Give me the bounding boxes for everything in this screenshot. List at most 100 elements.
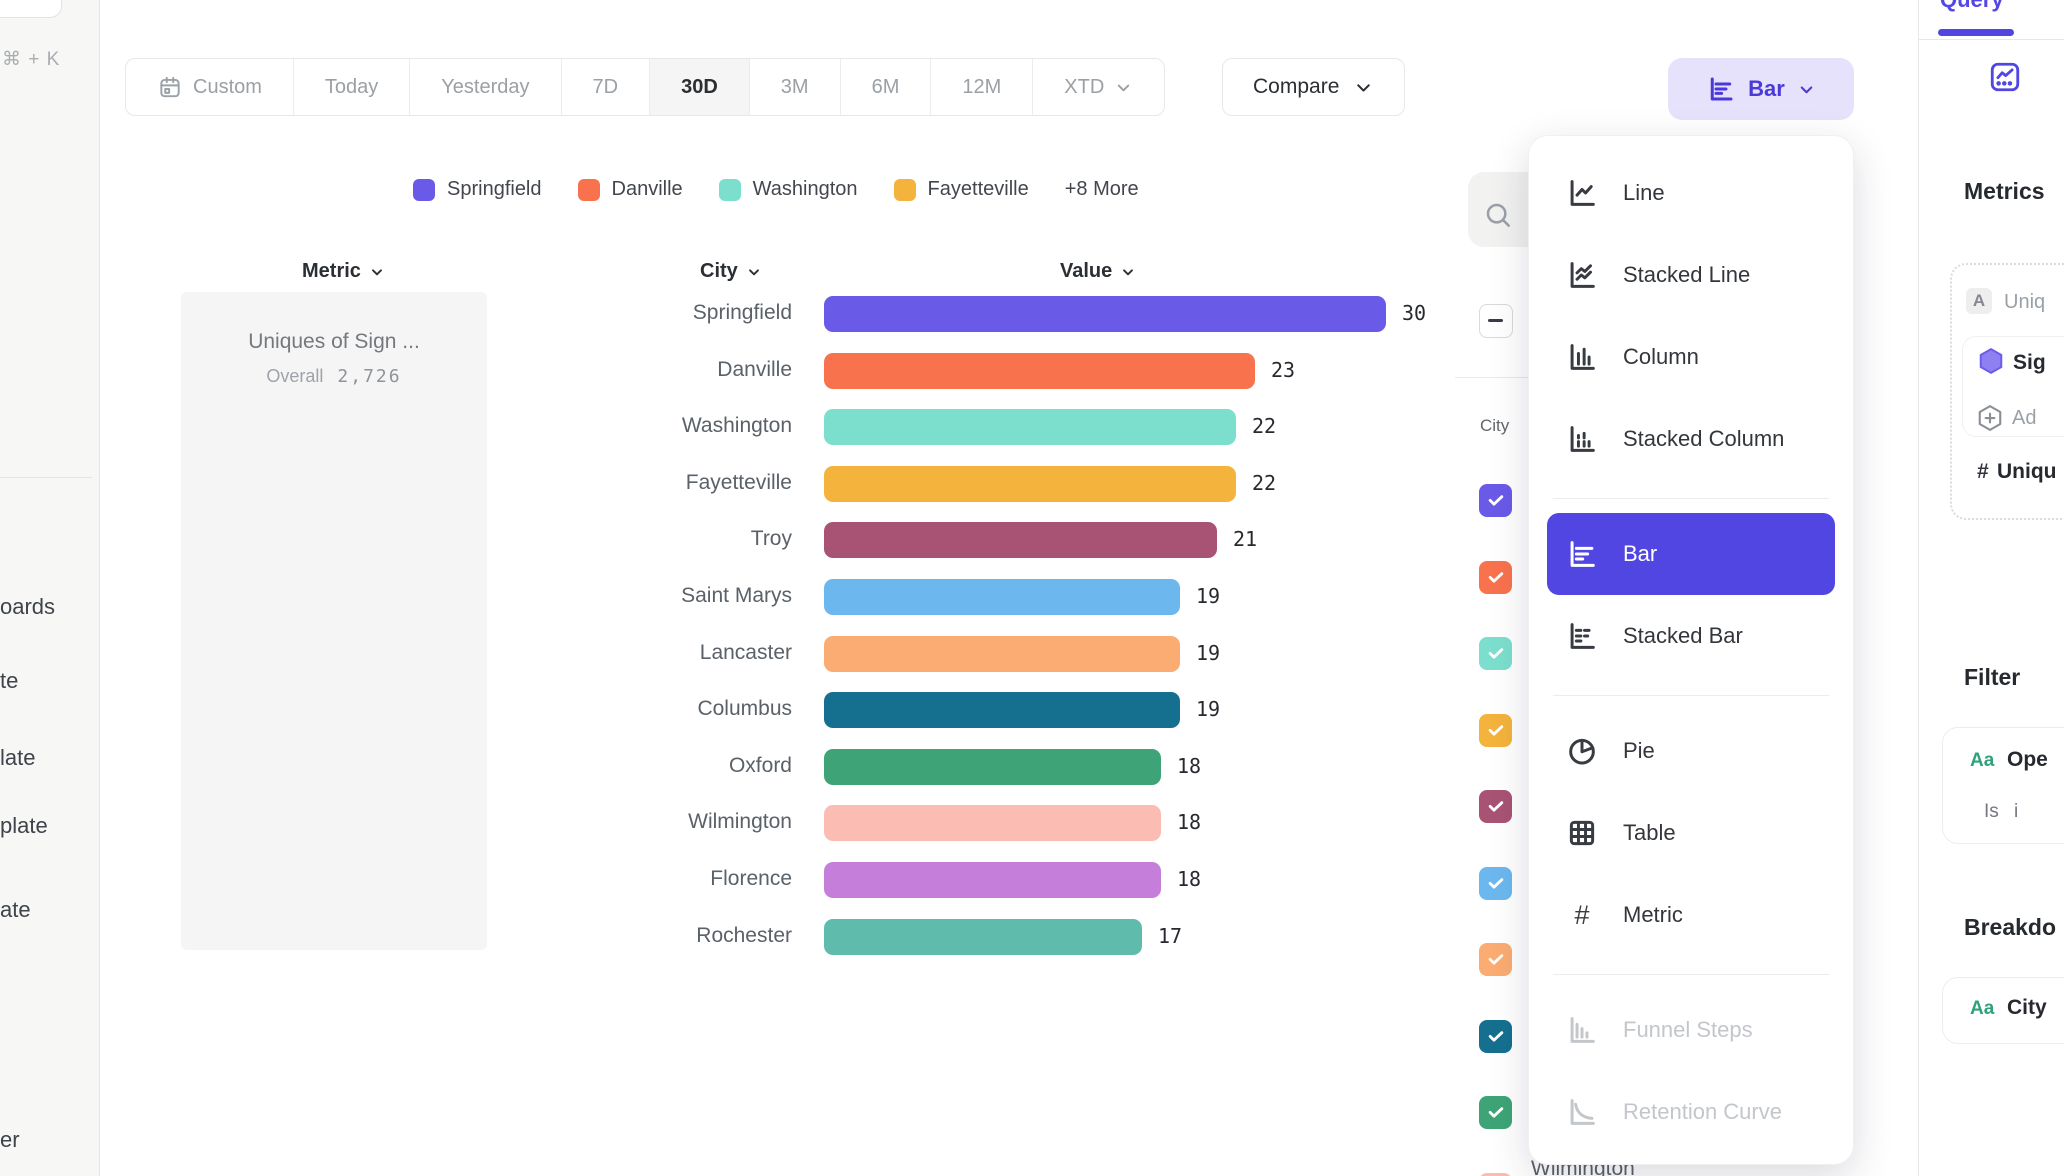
menu-item-label: Bar [1623,541,1657,567]
legend-label: Washington [753,178,858,201]
sidebar-item-partial[interactable]: er [0,1127,20,1153]
city-filter-divider [1455,377,1528,378]
bar-value-label: 19 [1196,697,1220,721]
city-checkbox-danville[interactable] [1479,561,1512,594]
select-all-checkbox-indeterminate[interactable] [1479,304,1513,338]
check-icon [1486,490,1506,510]
sidebar-item-partial[interactable]: oards [0,594,55,620]
check-icon [1486,873,1506,893]
bar-lancaster[interactable] [824,636,1180,672]
bar-columbus[interactable] [824,692,1180,728]
menu-item-stacked-line[interactable]: Stacked Line [1529,234,1853,316]
menu-item-table[interactable]: Table [1529,792,1853,874]
date-range-3m[interactable]: 3M [750,59,841,115]
bar-category-label: Springfield [500,301,792,325]
bar-rochester[interactable] [824,919,1142,955]
stacked-column-chart-icon [1565,422,1599,456]
chart-type-button[interactable]: Bar [1668,58,1854,120]
menu-item-label: Retention Curve [1623,1099,1782,1125]
city-checkbox-fayetteville[interactable] [1479,714,1512,747]
city-checkbox-washington[interactable] [1479,637,1512,670]
keyboard-shortcut-hint: ⌘ + K [2,48,60,71]
column-header-city[interactable]: City [700,260,762,283]
menu-item-line[interactable]: Line [1529,152,1853,234]
date-range-label: XTD [1064,76,1104,99]
bar-fayetteville[interactable] [824,466,1236,502]
chevron-down-icon [1353,77,1374,98]
bar-chart-icon [1565,537,1599,571]
retention-icon [1565,1095,1599,1129]
legend-item[interactable]: Danville [578,178,683,201]
column-header-value[interactable]: Value [1060,260,1136,283]
compare-button[interactable]: Compare [1222,58,1405,116]
legend-swatch [894,179,916,201]
filter-card[interactable] [1942,727,2064,844]
column-header-city-label: City [700,260,738,283]
bar-oxford[interactable] [824,749,1161,785]
date-range-12m[interactable]: 12M [931,59,1033,115]
date-range-6m[interactable]: 6M [841,59,932,115]
city-checkbox-troy[interactable] [1479,790,1512,823]
bar-category-label: Columbus [500,697,792,721]
city-checkbox-springfield[interactable] [1479,484,1512,517]
check-icon [1486,796,1506,816]
bar-wilmington[interactable] [824,805,1161,841]
sidebar-item-partial[interactable]: ate [0,897,31,923]
metric-card-title: Uniques of Sign ... [181,330,487,354]
bar-florence[interactable] [824,862,1161,898]
menu-item-column[interactable]: Column [1529,316,1853,398]
legend-item[interactable]: Fayetteville [894,178,1029,201]
chevron-down-icon [746,264,762,280]
add-label-partial: Ad [2012,407,2036,430]
filter-value-partial: i [2014,801,2018,823]
insights-chart-icon[interactable] [1988,60,2022,94]
sidebar-item-partial[interactable]: te [0,668,18,694]
date-range-7d[interactable]: 7D [562,59,651,115]
menu-item-bar[interactable]: Bar [1547,513,1835,595]
menu-item-stacked-bar[interactable]: Stacked Bar [1529,595,1853,677]
menu-item-metric[interactable]: #Metric [1529,874,1853,956]
tab-query[interactable]: Query [1940,0,2004,13]
column-header-value-label: Value [1060,260,1112,283]
legend-label: Danville [612,178,683,201]
date-range-custom[interactable]: Custom [126,59,294,115]
sidebar-item-partial[interactable]: late [0,745,35,771]
add-filter-icon[interactable] [1975,403,2005,433]
sidebar-search-box-partial[interactable] [0,0,62,18]
date-range-yesterday[interactable]: Yesterday [410,59,561,115]
bar-category-label: Fayetteville [500,471,792,495]
menu-item-stacked-column[interactable]: Stacked Column [1529,398,1853,480]
bar-springfield[interactable] [824,296,1386,332]
line-chart-icon [1565,176,1599,210]
date-range-today[interactable]: Today [294,59,410,115]
legend-more[interactable]: +8 More [1065,178,1139,201]
city-filter-header: City [1480,416,1509,436]
date-range-label: Today [325,76,378,99]
menu-item-label: Table [1623,820,1676,846]
add-hexagon-icon [1975,403,2005,433]
bar-category-label: Troy [500,527,792,551]
menu-item-retention-curve: Retention Curve [1529,1071,1853,1153]
legend-item[interactable]: Washington [719,178,858,201]
city-checkbox-columbus[interactable] [1479,1020,1512,1053]
bar-troy[interactable] [824,522,1217,558]
bar-saint-marys[interactable] [824,579,1180,615]
breakdown-property: City [2007,996,2047,1020]
column-header-metric[interactable]: Metric [302,260,385,283]
bar-danville[interactable] [824,353,1255,389]
city-checkbox-oxford[interactable] [1479,1096,1512,1129]
metric-card[interactable]: Uniques of Sign ... Overall 2,726 [181,292,487,950]
compare-label: Compare [1253,75,1339,99]
city-checkbox-lancaster[interactable] [1479,943,1512,976]
menu-item-pie[interactable]: Pie [1529,710,1853,792]
metric-overall-value: 2,726 [337,366,401,387]
city-checkbox-wilmington[interactable] [1479,1173,1512,1176]
sidebar-item-partial[interactable]: plate [0,813,48,839]
date-range-xtd[interactable]: XTD [1033,59,1164,115]
bar-washington[interactable] [824,409,1236,445]
bar-category-label: Danville [500,358,792,382]
city-checkbox-saint-marys[interactable] [1479,867,1512,900]
legend-item[interactable]: Springfield [413,178,542,201]
date-range-30d[interactable]: 30D [650,59,750,115]
chart-type-button-label: Bar [1748,76,1785,102]
